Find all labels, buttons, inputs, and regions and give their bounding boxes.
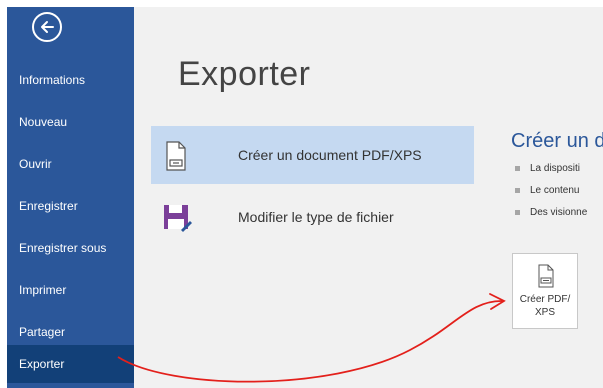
- annotation-arrow: [117, 293, 506, 383]
